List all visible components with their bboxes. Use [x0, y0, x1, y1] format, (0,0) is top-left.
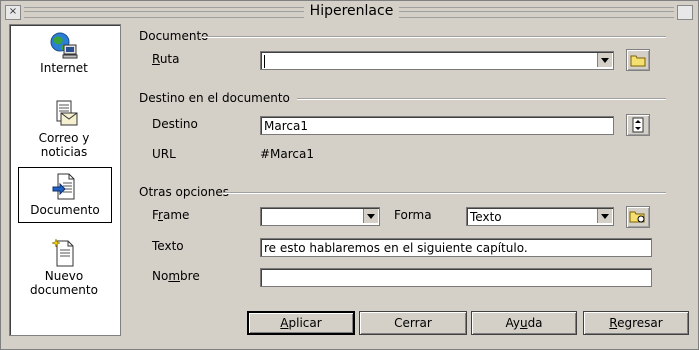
opciones-heading: Otras opciones: [139, 185, 229, 199]
frame-combobox[interactable]: [260, 207, 380, 226]
document-icon: [52, 173, 75, 200]
sidebar-item-mail-news[interactable]: Correo y noticias: [18, 99, 110, 159]
destino-heading: Destino en el documento: [139, 91, 290, 105]
back-button[interactable]: Regresar: [583, 311, 689, 335]
sidebar-item-label: Internet: [40, 61, 88, 75]
documento-divider: [202, 36, 666, 38]
url-label: URL: [152, 147, 176, 161]
sidebar-item-document[interactable]: Documento: [18, 167, 112, 223]
forma-select[interactable]: Texto: [466, 207, 614, 226]
help-button[interactable]: Ayuda: [471, 311, 577, 335]
sidebar-item-label: Documento: [30, 203, 100, 217]
sidebar-item-label: Correo y noticias: [38, 131, 90, 159]
window-title: Hiperenlace: [2, 3, 699, 19]
destino-input[interactable]: Marca1: [260, 116, 614, 135]
destino-divider: [297, 98, 666, 100]
hyperlink-type-sidebar: Internet Correo y noticias Documento Nue…: [9, 24, 121, 336]
sidebar-item-label-line1: Nuevo: [44, 269, 84, 283]
globe-icon: [50, 32, 78, 59]
chevron-down-icon[interactable]: [597, 53, 612, 67]
new-document-icon: [51, 238, 74, 267]
opciones-divider: [223, 192, 666, 194]
text-cursor: [264, 55, 265, 68]
close-button[interactable]: Cerrar: [359, 311, 467, 335]
documento-heading: Documento: [139, 29, 209, 43]
sidebar-item-new-document[interactable]: Nuevo documento: [18, 237, 110, 307]
title-bar: × Hiperenlace: [2, 2, 697, 20]
forma-label: Forma: [394, 208, 432, 222]
sidebar-item-label-line2: documento: [30, 283, 98, 297]
events-button[interactable]: [626, 206, 650, 228]
open-file-button[interactable]: [626, 49, 650, 71]
target-list-icon: [632, 117, 644, 133]
sidebar-item-internet[interactable]: Internet: [18, 31, 110, 83]
texto-label: Texto: [152, 239, 184, 253]
folder-icon: [630, 55, 646, 66]
ruta-label: Ruta: [152, 52, 180, 66]
chevron-down-icon[interactable]: [597, 209, 612, 223]
nombre-input[interactable]: [260, 268, 652, 287]
apply-button[interactable]: Aplicar: [247, 311, 355, 335]
url-value: #Marca1: [260, 147, 315, 161]
window-menu-icon[interactable]: [677, 5, 693, 20]
target-in-document-button[interactable]: [626, 114, 650, 136]
ruta-combobox[interactable]: [260, 51, 614, 70]
chevron-down-icon[interactable]: [363, 209, 378, 223]
mail-icon: [56, 100, 78, 126]
nombre-label: Nombre: [152, 269, 200, 283]
destino-label: Destino: [152, 117, 198, 131]
forma-value: Texto: [470, 210, 502, 224]
frame-label: Frame: [152, 208, 190, 222]
folder-macro-icon: [629, 211, 645, 223]
texto-input[interactable]: re esto hablaremos en el siguiente capít…: [260, 238, 652, 257]
